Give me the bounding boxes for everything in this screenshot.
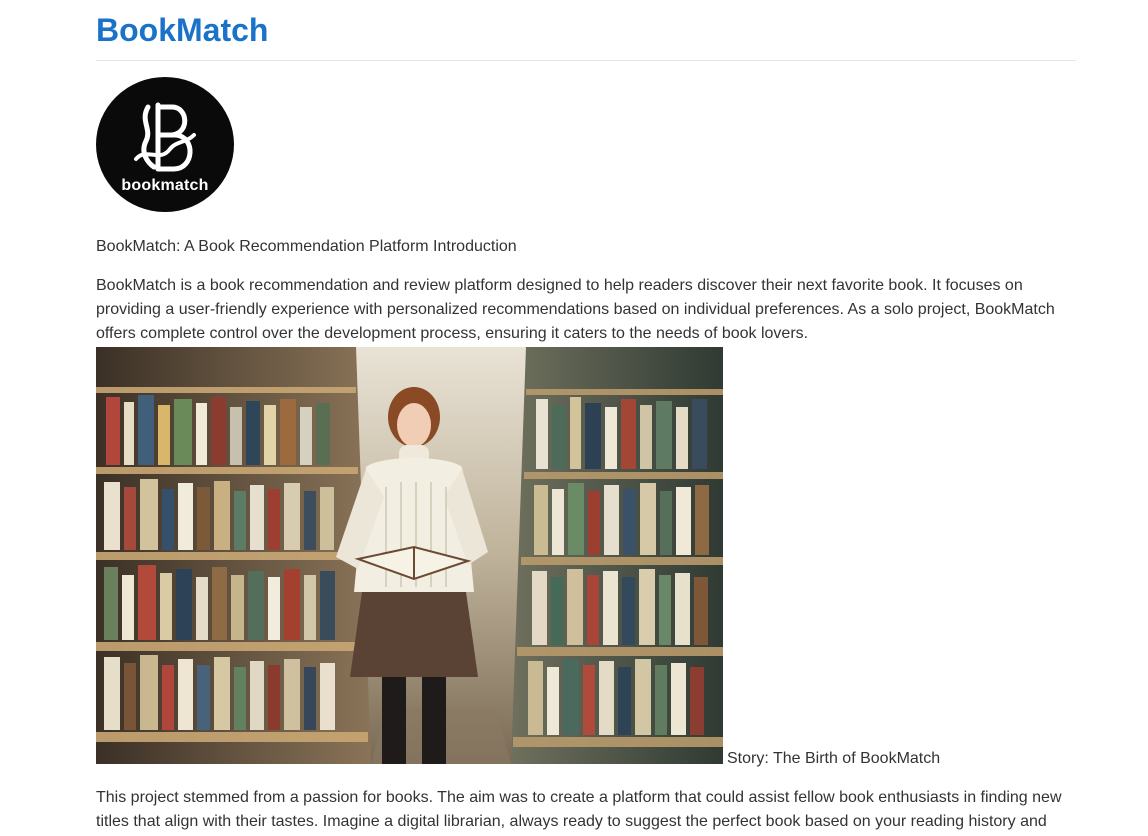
story-heading: Story: The Birth of BookMatch [727, 750, 941, 767]
page: BookMatch bookmatch BookMatch: A Book Re… [0, 0, 1148, 836]
library-reading-photo [96, 347, 723, 764]
bookmatch-logo: bookmatch [96, 77, 234, 212]
intro-paragraph: BookMatch is a book recommendation and r… [96, 277, 1055, 342]
site-title-link[interactable]: BookMatch [96, 10, 268, 50]
story-paragraph: This project stemmed from a passion for … [96, 789, 1062, 830]
library-photo-illustration [96, 347, 723, 764]
header-divider [96, 60, 1076, 61]
intro-caption: BookMatch: A Book Recommendation Platfor… [96, 238, 517, 255]
logo-wordmark: bookmatch [121, 177, 209, 194]
